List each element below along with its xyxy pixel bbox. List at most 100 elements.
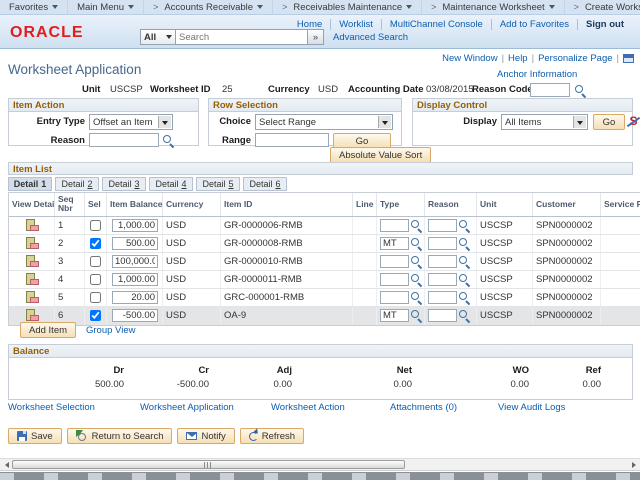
type-lookup-icon[interactable] xyxy=(410,291,423,304)
reason-lookup-icon[interactable] xyxy=(458,273,471,286)
item-action-reason-lookup-icon[interactable] xyxy=(162,134,175,147)
type-input[interactable] xyxy=(380,255,409,268)
scrollbar-thumb[interactable] xyxy=(12,460,405,469)
search-go-button[interactable]: » xyxy=(308,29,324,45)
breadcrumb-favorites[interactable]: Favorites xyxy=(0,0,68,14)
reason-lookup-icon[interactable] xyxy=(458,255,471,268)
view-detail-icon[interactable] xyxy=(25,237,39,250)
reason-input[interactable] xyxy=(428,237,457,250)
anchor-information-link[interactable]: Anchor Information xyxy=(497,69,577,80)
return-to-search-button[interactable]: Return to Search xyxy=(67,428,173,444)
customer-value: SPN0000002 xyxy=(533,253,601,270)
absolute-value-sort-button[interactable]: Absolute Value Sort xyxy=(330,147,431,163)
item-action-reason-input[interactable] xyxy=(89,133,159,147)
item-balance-input[interactable] xyxy=(112,273,158,286)
add-item-button[interactable]: Add Item xyxy=(20,322,76,338)
view-detail-icon[interactable] xyxy=(25,291,39,304)
sign-out-link[interactable]: Sign out xyxy=(578,19,632,30)
reason-input[interactable] xyxy=(428,291,457,304)
worksheet-selection-link[interactable]: Worksheet Selection xyxy=(8,402,95,413)
breadcrumb-create-worksheet[interactable]: >Create Worksheet xyxy=(565,0,640,14)
item-balance-input[interactable] xyxy=(112,255,158,268)
view-detail-icon[interactable] xyxy=(25,255,39,268)
item-row-3: 3 USD GR-0000010-RMB USCSP SPN0000002 xyxy=(9,253,640,271)
tab-detail-1[interactable]: Detail1 xyxy=(8,177,52,191)
type-input[interactable] xyxy=(380,291,409,304)
view-detail-icon[interactable] xyxy=(25,273,39,286)
type-input[interactable] xyxy=(380,219,409,232)
type-lookup-icon[interactable] xyxy=(410,309,423,322)
worksheet-application-link[interactable]: Worksheet Application xyxy=(140,402,234,413)
reason-input[interactable] xyxy=(428,309,457,322)
worksheet-application-window: Favorites Main Menu >Accounts Receivable… xyxy=(0,0,640,480)
ref-label: Ref xyxy=(531,365,601,376)
item-balance-input[interactable] xyxy=(112,237,158,250)
tab-detail-2[interactable]: Detail2 xyxy=(55,177,99,191)
sel-checkbox[interactable] xyxy=(90,256,101,267)
advanced-search-link[interactable]: Advanced Search xyxy=(333,32,408,43)
notify-button[interactable]: Notify xyxy=(177,428,234,444)
type-lookup-icon[interactable] xyxy=(410,219,423,232)
sel-checkbox[interactable] xyxy=(90,292,101,303)
tab-detail-5[interactable]: Detail5 xyxy=(196,177,240,191)
display-select[interactable]: All Items xyxy=(501,114,588,130)
type-input[interactable] xyxy=(380,237,409,250)
currency-display-icon[interactable]: S xyxy=(627,114,640,129)
type-lookup-icon[interactable] xyxy=(410,255,423,268)
col-reason: Reason xyxy=(425,193,477,216)
reason-lookup-icon[interactable] xyxy=(458,219,471,232)
item-balance-input[interactable] xyxy=(112,219,158,232)
type-lookup-icon[interactable] xyxy=(410,237,423,250)
reason-code-input[interactable] xyxy=(530,83,570,97)
display-value: All Items xyxy=(505,117,541,128)
save-button[interactable]: Save xyxy=(8,428,62,444)
new-window-link[interactable]: New Window xyxy=(442,53,497,64)
item-balance-input[interactable] xyxy=(112,291,158,304)
type-input[interactable] xyxy=(380,273,409,286)
view-audit-logs-link[interactable]: View Audit Logs xyxy=(498,402,565,413)
sel-checkbox[interactable] xyxy=(90,220,101,231)
tab-detail-6[interactable]: Detail6 xyxy=(243,177,287,191)
range-input[interactable] xyxy=(255,133,329,147)
type-lookup-icon[interactable] xyxy=(410,273,423,286)
breadcrumb-accounts-receivable[interactable]: >Accounts Receivable xyxy=(144,0,273,14)
display-go-button[interactable]: Go xyxy=(593,114,625,130)
entry-type-select[interactable]: Offset an Item xyxy=(89,114,173,130)
http-window-icon[interactable] xyxy=(623,54,634,63)
search-scope-dropdown[interactable]: All xyxy=(140,29,176,45)
item-balance-input[interactable] xyxy=(112,309,158,322)
view-detail-icon[interactable] xyxy=(25,219,39,232)
reason-input[interactable] xyxy=(428,273,457,286)
group-view-link[interactable]: Group View xyxy=(86,325,135,336)
tab-detail-4[interactable]: Detail4 xyxy=(149,177,193,191)
reason-input[interactable] xyxy=(428,219,457,232)
view-detail-icon[interactable] xyxy=(25,309,39,322)
type-input[interactable] xyxy=(380,309,409,322)
refresh-button[interactable]: Refresh xyxy=(240,428,304,444)
breadcrumb-receivables-maintenance[interactable]: >Receivables Maintenance xyxy=(273,0,422,14)
worksheet-action-link[interactable]: Worksheet Action xyxy=(271,402,345,413)
search-input[interactable] xyxy=(176,29,308,45)
scrollbar-grip-icon xyxy=(204,462,213,468)
attachments-link[interactable]: Attachments (0) xyxy=(390,402,457,413)
horizontal-scrollbar[interactable] xyxy=(0,458,640,471)
breadcrumb-maintenance-worksheet[interactable]: >Maintenance Worksheet xyxy=(422,0,565,14)
help-link[interactable]: Help xyxy=(508,53,528,64)
sel-checkbox[interactable] xyxy=(90,238,101,249)
sel-checkbox[interactable] xyxy=(90,310,101,321)
tab-detail-3[interactable]: Detail3 xyxy=(102,177,146,191)
add-to-favorites-link[interactable]: Add to Favorites xyxy=(492,19,578,30)
scroll-right-arrow[interactable] xyxy=(630,459,640,470)
reason-lookup-icon[interactable] xyxy=(458,291,471,304)
scroll-left-arrow[interactable] xyxy=(0,459,10,470)
reason-code-lookup-icon[interactable] xyxy=(574,84,587,97)
personalize-page-link[interactable]: Personalize Page xyxy=(538,53,612,64)
item-list-header-row: View Detail Seq Nbr Sel Item Balance Cur… xyxy=(9,193,640,217)
reason-lookup-icon[interactable] xyxy=(458,237,471,250)
breadcrumb-main-menu[interactable]: Main Menu xyxy=(68,0,144,14)
sel-checkbox[interactable] xyxy=(90,274,101,285)
reason-lookup-icon[interactable] xyxy=(458,309,471,322)
choice-select[interactable]: Select Range xyxy=(255,114,393,130)
reason-input[interactable] xyxy=(428,255,457,268)
page-navigation-links: Worksheet Selection Worksheet Applicatio… xyxy=(0,402,640,414)
